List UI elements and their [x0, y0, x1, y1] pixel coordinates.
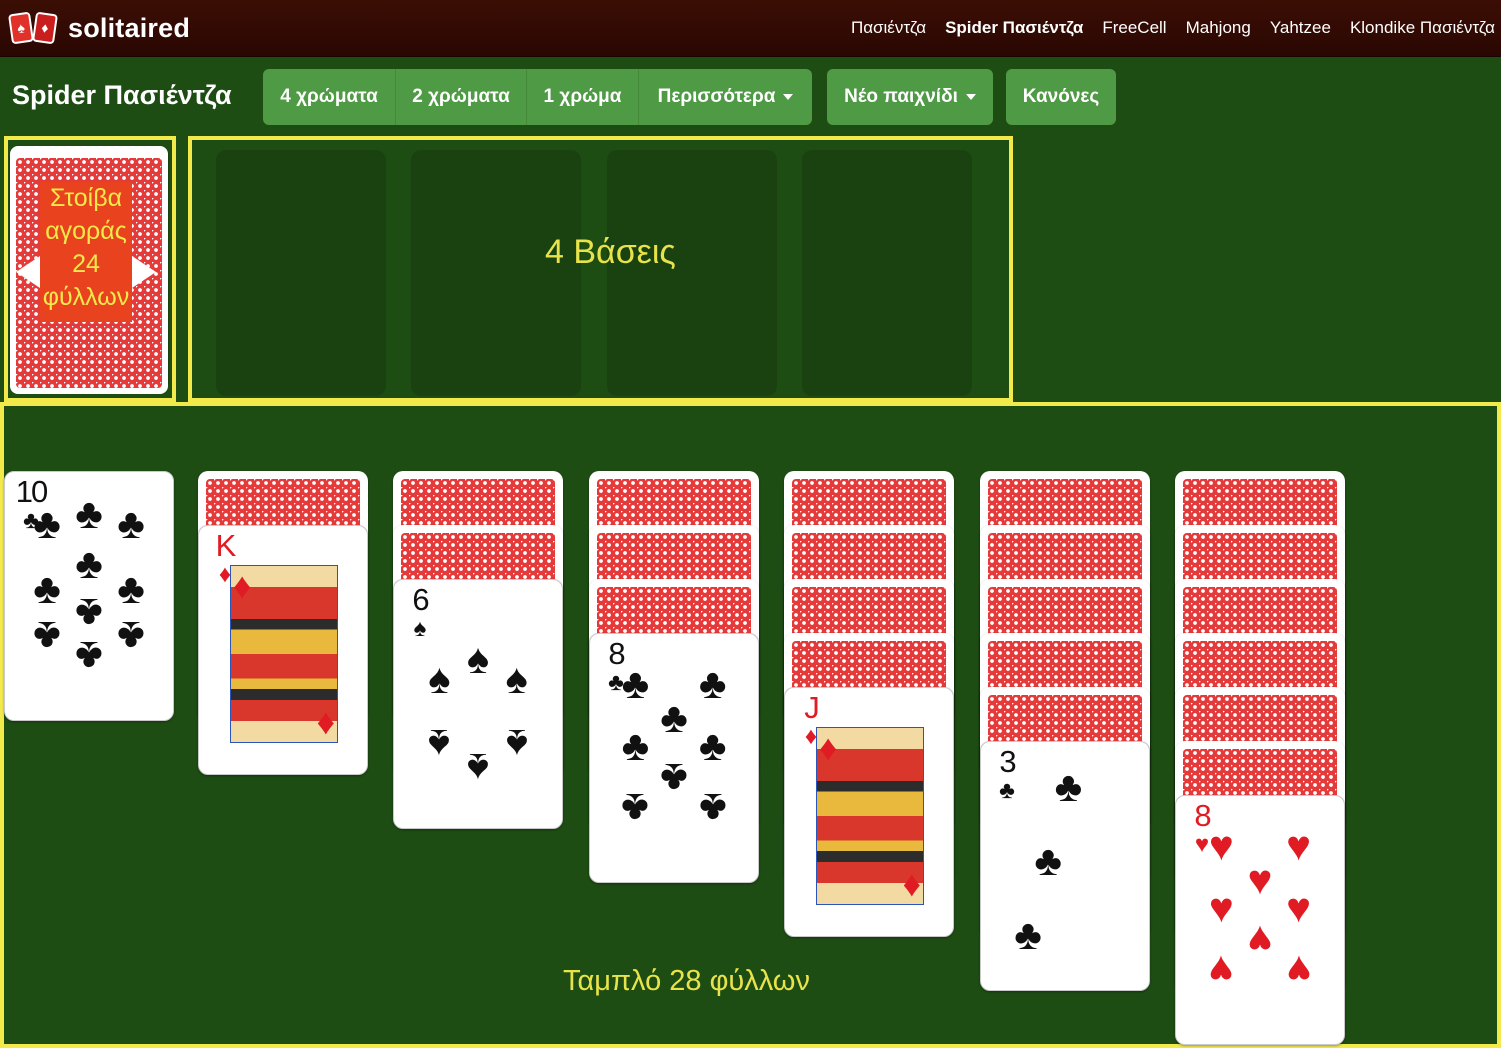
- suit-pip-icon: ♥: [1208, 946, 1234, 994]
- foundations-label: 4 Βάσεις: [545, 233, 676, 271]
- suit-pip-icon: ♣: [660, 694, 688, 742]
- suit-pip-icon: ♥: [1286, 821, 1312, 869]
- suit-pip-icon: ♠: [505, 720, 528, 768]
- more-dropdown-button[interactable]: Περισσότερα: [639, 69, 812, 125]
- main-nav: Πασιέντζα Spider Πασιέντζα FreeCell Mahj…: [832, 0, 1495, 56]
- card-corner-index: 3 ♣: [985, 746, 1029, 803]
- logo-text: solitaired: [68, 12, 191, 43]
- suit-pip-icon: ♥: [1286, 946, 1312, 994]
- nav-item-solitaire[interactable]: Πασιέντζα: [851, 18, 926, 38]
- caret-down-icon: [965, 94, 976, 100]
- suit-pip-icon: ♥: [1208, 821, 1234, 869]
- stock-label-line: αγοράς: [45, 217, 127, 245]
- card-rank: 6: [412, 582, 429, 617]
- card-eight-of-clubs[interactable]: 8 ♣ ♣ ♣ ♣ ♣ ♣ ♣ ♣ ♣: [589, 633, 759, 883]
- suit-pip-icon: ♣: [698, 659, 727, 707]
- suit-pip-icon: ♥: [1247, 856, 1273, 904]
- four-suits-button[interactable]: 4 χρώματα: [263, 69, 396, 125]
- site-logo[interactable]: ♠ ♦ solitaired: [8, 10, 191, 46]
- card-suit-icon: ♣: [999, 777, 1015, 804]
- nav-item-klondike[interactable]: Klondike Πασιέντζα: [1350, 18, 1495, 38]
- suit-pip-icon: ♣: [621, 721, 650, 769]
- card-king-of-diamonds[interactable]: K ♦ ♦ ♦: [198, 525, 368, 775]
- suit-pip-icon: ♣: [75, 590, 103, 638]
- suit-pip-icon: ♣: [33, 612, 61, 660]
- foundation-slot[interactable]: [802, 150, 972, 396]
- court-card-artwork: ♦ ♦: [816, 727, 924, 905]
- one-suit-button[interactable]: 1 χρώμα: [527, 69, 639, 125]
- suit-pip-icon: ♥: [1247, 916, 1273, 964]
- caret-down-icon: [783, 94, 794, 100]
- arrow-right-icon: [132, 256, 156, 288]
- suit-pip-icon: ♠: [428, 655, 451, 703]
- card-ten-of-clubs[interactable]: 10 ♣ ♣ ♣ ♣ ♣ ♣ ♣ ♣ ♣ ♣ ♣: [4, 471, 174, 721]
- more-label: Περισσότερα: [657, 86, 776, 107]
- suit-pip-icon: ♥: [1208, 883, 1234, 931]
- suit-pip-icon: ♣: [660, 754, 688, 802]
- foundation-slot[interactable]: [411, 150, 581, 396]
- tableau-label: Ταμπλό 28 φύλλων: [563, 965, 810, 997]
- foundation-slot[interactable]: [216, 150, 386, 396]
- court-card-artwork: ♦ ♦: [230, 565, 338, 743]
- suit-pip-icon: ♣: [698, 784, 727, 832]
- suit-pip-icon: ♣: [117, 612, 145, 660]
- arrow-left-icon: [16, 256, 40, 288]
- suit-pip-icon: ♣: [698, 721, 727, 769]
- card-rank: 3: [999, 744, 1016, 779]
- suit-pip-icon: ♣: [1014, 911, 1042, 959]
- new-game-label: Νέο παιχνίδι: [844, 86, 958, 107]
- card-six-of-spades[interactable]: 6 ♠ ♠ ♠ ♠ ♠ ♠ ♠: [393, 579, 563, 829]
- nav-item-spider[interactable]: Spider Πασιέντζα: [945, 18, 1083, 38]
- suit-pip-icon: ♠: [466, 745, 490, 793]
- logo-cards-icon: ♠ ♦: [8, 11, 60, 45]
- suit-pip-icon: ♣: [117, 500, 145, 548]
- suit-pip-icon: ♣: [33, 564, 61, 612]
- card-corner-index: 6 ♠: [398, 584, 442, 641]
- suit-pip-icon: ♣: [1034, 837, 1062, 885]
- nav-item-freecell[interactable]: FreeCell: [1102, 18, 1166, 38]
- suit-pip-icon: ♣: [75, 490, 103, 538]
- card-rank: J: [804, 690, 820, 725]
- suit-pip-icon: ♠: [505, 655, 528, 703]
- suit-pip-icon: ♥: [1286, 883, 1312, 931]
- suit-pip-icon: ♠: [428, 720, 451, 768]
- court-suit-icon: ♦: [316, 701, 335, 742]
- foundation-slot[interactable]: [607, 150, 777, 396]
- suit-pip-icon: ♣: [1054, 762, 1083, 810]
- card-suit-icon: ♠: [413, 615, 427, 642]
- card-rank: K: [215, 528, 237, 563]
- card-three-of-clubs[interactable]: 3 ♣ ♣ ♣ ♣: [980, 741, 1150, 991]
- suit-pip-icon: ♣: [75, 632, 103, 680]
- suit-pip-icon: ♣: [621, 659, 650, 707]
- court-suit-icon: ♦: [902, 863, 921, 904]
- rules-button[interactable]: Κανόνες: [1006, 69, 1116, 125]
- suit-pip-icon: ♣: [621, 784, 650, 832]
- nav-item-mahjong[interactable]: Mahjong: [1186, 18, 1251, 38]
- court-suit-icon: ♦: [233, 565, 252, 606]
- two-suits-button[interactable]: 2 χρώματα: [396, 69, 527, 125]
- card-jack-of-diamonds[interactable]: J ♦ ♦ ♦: [784, 687, 954, 937]
- suit-pip-icon: ♣: [117, 564, 145, 612]
- suit-pip-icon: ♣: [33, 500, 61, 548]
- new-game-button[interactable]: Νέο παιχνίδι: [827, 69, 993, 125]
- suit-pip-icon: ♣: [75, 539, 103, 587]
- stock-label-line: φύλλων: [42, 283, 130, 311]
- top-navbar: ♠ ♦ solitaired Πασιέντζα Spider Πασιέντζ…: [0, 0, 1501, 57]
- suit-mode-group: 4 χρώματα 2 χρώματα 1 χρώμα Περισσότερα: [263, 69, 812, 125]
- nav-item-yahtzee[interactable]: Yahtzee: [1270, 18, 1331, 38]
- suit-pip-icon: ♠: [466, 635, 490, 683]
- card-eight-of-hearts[interactable]: 8 ♥ ♥ ♥ ♥ ♥ ♥ ♥ ♥ ♥: [1175, 795, 1345, 1045]
- stock-count: 24: [72, 250, 100, 278]
- stock-label-line: Στοίβα: [49, 184, 123, 212]
- page-title: Spider Πασιέντζα: [12, 80, 232, 110]
- stock-label: Στοίβα αγοράς 24 φύλλων: [40, 182, 132, 322]
- court-suit-icon: ♦: [819, 727, 838, 768]
